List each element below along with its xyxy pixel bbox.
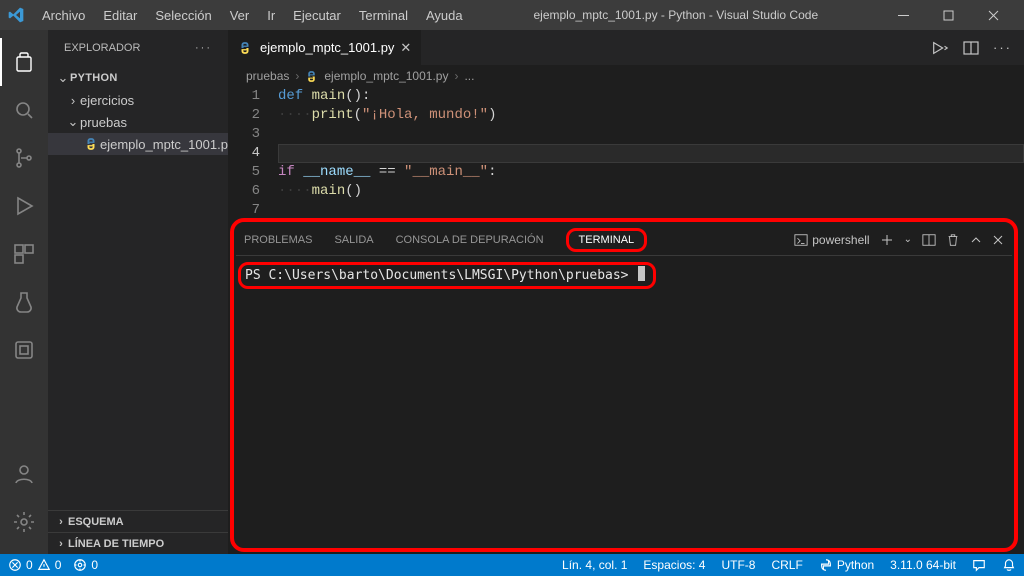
chevron-right-icon: › xyxy=(454,69,458,83)
breadcrumb[interactable]: pruebas › ejemplo_mptc_1001.py › ... xyxy=(228,65,1024,87)
terminal-cursor xyxy=(638,266,645,281)
run-icon[interactable] xyxy=(931,40,949,56)
panel-tabs: PROBLEMAS SALIDA CONSOLA DE DEPURACIÓN T… xyxy=(236,224,1012,256)
status-eol[interactable]: CRLF xyxy=(771,558,802,572)
activity-run-debug[interactable] xyxy=(0,182,48,230)
menu-view[interactable]: Ver xyxy=(222,5,258,26)
activity-testing[interactable] xyxy=(0,278,48,326)
activity-ext2[interactable] xyxy=(0,326,48,374)
chevron-right-icon: › xyxy=(295,69,299,83)
menu-go[interactable]: Ir xyxy=(259,5,283,26)
activity-settings[interactable] xyxy=(0,498,48,546)
code-editor[interactable]: 1234567 def main():····print("¡Hola, mun… xyxy=(228,87,1024,220)
file-tree: ⌄ PYTHON › ejercicios ⌄ pruebas ejemplo_… xyxy=(48,65,228,157)
tree-root[interactable]: ⌄ PYTHON xyxy=(48,67,228,89)
sidebar-more-icon[interactable]: ··· xyxy=(195,42,212,54)
minimize-button[interactable] xyxy=(881,0,926,30)
line-gutter: 1234567 xyxy=(228,87,278,220)
current-line-highlight xyxy=(278,144,1024,163)
status-encoding[interactable]: UTF-8 xyxy=(721,558,755,572)
titlebar: Archivo Editar Selección Ver Ir Ejecutar… xyxy=(0,0,1024,30)
trash-icon[interactable] xyxy=(946,233,960,247)
status-errors[interactable]: 0 0 xyxy=(8,558,61,572)
panel-callout: PROBLEMAS SALIDA CONSOLA DE DEPURACIÓN T… xyxy=(230,218,1018,552)
breadcrumb-seg[interactable]: ... xyxy=(464,69,474,83)
menu-terminal[interactable]: Terminal xyxy=(351,5,416,26)
python-file-icon xyxy=(305,70,318,83)
maximize-panel-icon[interactable] xyxy=(970,234,982,246)
close-icon[interactable]: ✕ xyxy=(400,40,411,56)
status-lang[interactable]: Python xyxy=(819,558,874,572)
tree-folder-pruebas[interactable]: ⌄ pruebas xyxy=(48,111,228,133)
tree-folder-ejercicios[interactable]: › ejercicios xyxy=(48,89,228,111)
status-spaces[interactable]: Espacios: 4 xyxy=(643,558,705,572)
panel-tab-terminal-callout: TERMINAL xyxy=(566,228,648,252)
status-bell-icon[interactable] xyxy=(1002,558,1016,572)
maximize-button[interactable] xyxy=(926,0,971,30)
panel-tab-terminal[interactable]: TERMINAL xyxy=(579,232,635,248)
editor-tabs: ejemplo_mptc_1001.py ✕ ··· xyxy=(228,30,1024,65)
close-button[interactable] xyxy=(971,0,1016,30)
editor-tab-active[interactable]: ejemplo_mptc_1001.py ✕ xyxy=(228,30,422,65)
editor-area: ejemplo_mptc_1001.py ✕ ··· pruebas › eje… xyxy=(228,30,1024,554)
panel-actions: powershell ⌄ xyxy=(794,233,1004,247)
chevron-down-icon: ⌄ xyxy=(56,70,70,86)
activity-bar xyxy=(0,30,48,554)
editor-toolbar: ··· xyxy=(919,30,1024,65)
add-terminal-icon[interactable] xyxy=(880,233,894,247)
terminal[interactable]: PS C:\Users\barto\Documents\LMSGI\Python… xyxy=(236,256,1012,546)
terminal-prompt: PS C:\Users\barto\Documents\LMSGI\Python… xyxy=(245,268,629,283)
window-title: ejemplo_mptc_1001.py - Python - Visual S… xyxy=(471,8,881,22)
python-file-icon xyxy=(238,41,254,55)
chevron-down-icon: ⌄ xyxy=(66,114,80,130)
chevron-right-icon: › xyxy=(54,538,68,550)
chevron-right-icon: › xyxy=(54,516,68,528)
terminal-shell[interactable]: powershell xyxy=(794,233,869,247)
menu-help[interactable]: Ayuda xyxy=(418,5,471,26)
workbench: EXPLORADOR ··· ⌄ PYTHON › ejercicios ⌄ p… xyxy=(0,30,1024,554)
panel-tab-problems[interactable]: PROBLEMAS xyxy=(244,232,312,248)
breadcrumb-seg[interactable]: pruebas xyxy=(246,69,289,83)
activity-extensions[interactable] xyxy=(0,230,48,278)
status-feedback-icon[interactable] xyxy=(972,558,986,572)
menu-edit[interactable]: Editar xyxy=(95,5,145,26)
split-terminal-icon[interactable] xyxy=(922,233,936,247)
activity-source-control[interactable] xyxy=(0,134,48,182)
more-icon[interactable]: ··· xyxy=(993,40,1012,55)
chevron-right-icon: › xyxy=(66,93,80,108)
panel-tab-output[interactable]: SALIDA xyxy=(334,232,373,248)
panel-tab-debugconsole[interactable]: CONSOLA DE DEPURACIÓN xyxy=(396,232,544,248)
explorer-sidebar: EXPLORADOR ··· ⌄ PYTHON › ejercicios ⌄ p… xyxy=(48,30,228,554)
app-menu: Archivo Editar Selección Ver Ir Ejecutar… xyxy=(34,5,471,26)
sidebar-title-label: EXPLORADOR xyxy=(64,42,140,54)
menu-selection[interactable]: Selección xyxy=(147,5,219,26)
menu-file[interactable]: Archivo xyxy=(34,5,93,26)
sidebar-section-timeline[interactable]: › LÍNEA DE TIEMPO xyxy=(48,532,228,554)
python-file-icon xyxy=(84,137,98,151)
sidebar-title: EXPLORADOR ··· xyxy=(48,30,228,65)
panel: PROBLEMAS SALIDA CONSOLA DE DEPURACIÓN T… xyxy=(236,224,1012,546)
status-ports[interactable]: 0 xyxy=(73,558,98,572)
tree-file-ejemplo[interactable]: ejemplo_mptc_1001.py xyxy=(48,133,228,155)
status-position[interactable]: Lín. 4, col. 1 xyxy=(562,558,627,572)
terminal-prompt-callout: PS C:\Users\barto\Documents\LMSGI\Python… xyxy=(238,262,656,289)
close-panel-icon[interactable] xyxy=(992,234,1004,246)
vscode-logo-icon xyxy=(8,7,24,23)
menu-run[interactable]: Ejecutar xyxy=(285,5,349,26)
breadcrumb-seg[interactable]: ejemplo_mptc_1001.py xyxy=(324,69,448,83)
window-controls xyxy=(881,0,1016,30)
activity-search[interactable] xyxy=(0,86,48,134)
sidebar-section-outline[interactable]: › ESQUEMA xyxy=(48,510,228,532)
activity-account[interactable] xyxy=(0,450,48,498)
editor-tab-label: ejemplo_mptc_1001.py xyxy=(260,40,394,55)
status-python[interactable]: 3.11.0 64-bit xyxy=(890,558,956,572)
statusbar: 0 0 0 Lín. 4, col. 1 Espacios: 4 UTF-8 C… xyxy=(0,554,1024,576)
chevron-down-icon[interactable]: ⌄ xyxy=(904,234,912,245)
code-content[interactable]: def main():····print("¡Hola, mundo!") if… xyxy=(278,87,1024,220)
activity-explorer[interactable] xyxy=(0,38,48,86)
split-editor-icon[interactable] xyxy=(963,40,979,56)
